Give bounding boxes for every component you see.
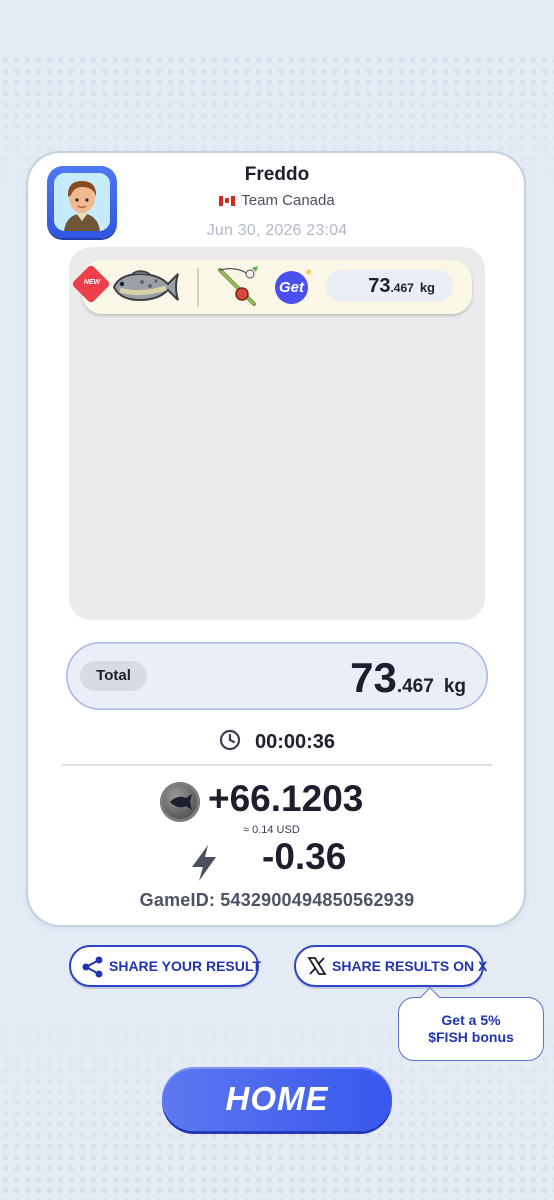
catch-weight-unit: kg [419,280,435,295]
catch-weight-dec: .467 [390,281,414,295]
team-label: Team Canada [0,192,554,209]
result-timestamp: Jun 30, 2026 23:04 [206,222,348,239]
tooltip-line-2: $FISH bonus [428,1029,514,1045]
fishing-rod-icon [218,266,258,306]
catch-row-divider [197,268,199,306]
bonus-tooltip: Get a 5% $FISH bonus [398,997,544,1061]
catch-weight-int: 73 [368,275,391,297]
x-logo-icon [307,957,327,975]
team-name: Team Canada [241,192,335,209]
game-timer: 00:00:36 [0,729,554,754]
usd-equivalent: ≈ 0.14 USD [243,824,300,836]
new-badge-label: NEW [83,279,101,286]
total-weight-unit: kg [443,676,466,697]
divider [62,764,492,766]
total-weight-dec: .467 [396,676,434,697]
player-name: Freddo [244,164,310,185]
total-label: Total [80,661,147,691]
share-result-button[interactable]: SHARE YOUR RESULT [69,945,261,987]
total-weight: 73.467 kg [350,654,466,702]
energy-cost: -0.36 [262,836,347,877]
total-weight-box: Total 73.467 kg [66,642,488,710]
total-weight-int: 73 [350,654,397,701]
fish-coin-icon [160,782,200,822]
fish-reward-amount: +66.1203 [208,778,364,819]
share-result-label: SHARE YOUR RESULT [109,958,261,974]
home-button[interactable]: HOME [162,1067,392,1131]
share-x-button[interactable]: SHARE RESULTS ON X [294,945,488,987]
canada-flag-icon [219,196,236,206]
game-id: GameID: 5432900494850562939 [139,890,415,910]
share-x-label: SHARE RESULTS ON X [332,958,488,974]
tooltip-line-1: Get a 5% [441,1012,501,1028]
share-icon [82,956,103,978]
fish-icon [112,270,179,302]
energy-bolt-icon [192,845,216,881]
clock-icon [219,729,241,751]
catch-item[interactable]: NEW Get ✦ 73.467 kg [71,260,472,314]
timer-value: 00:00:36 [254,731,336,753]
sparkle-icon: ✦ [304,267,314,279]
catch-weight: 73.467 kg [326,270,453,302]
